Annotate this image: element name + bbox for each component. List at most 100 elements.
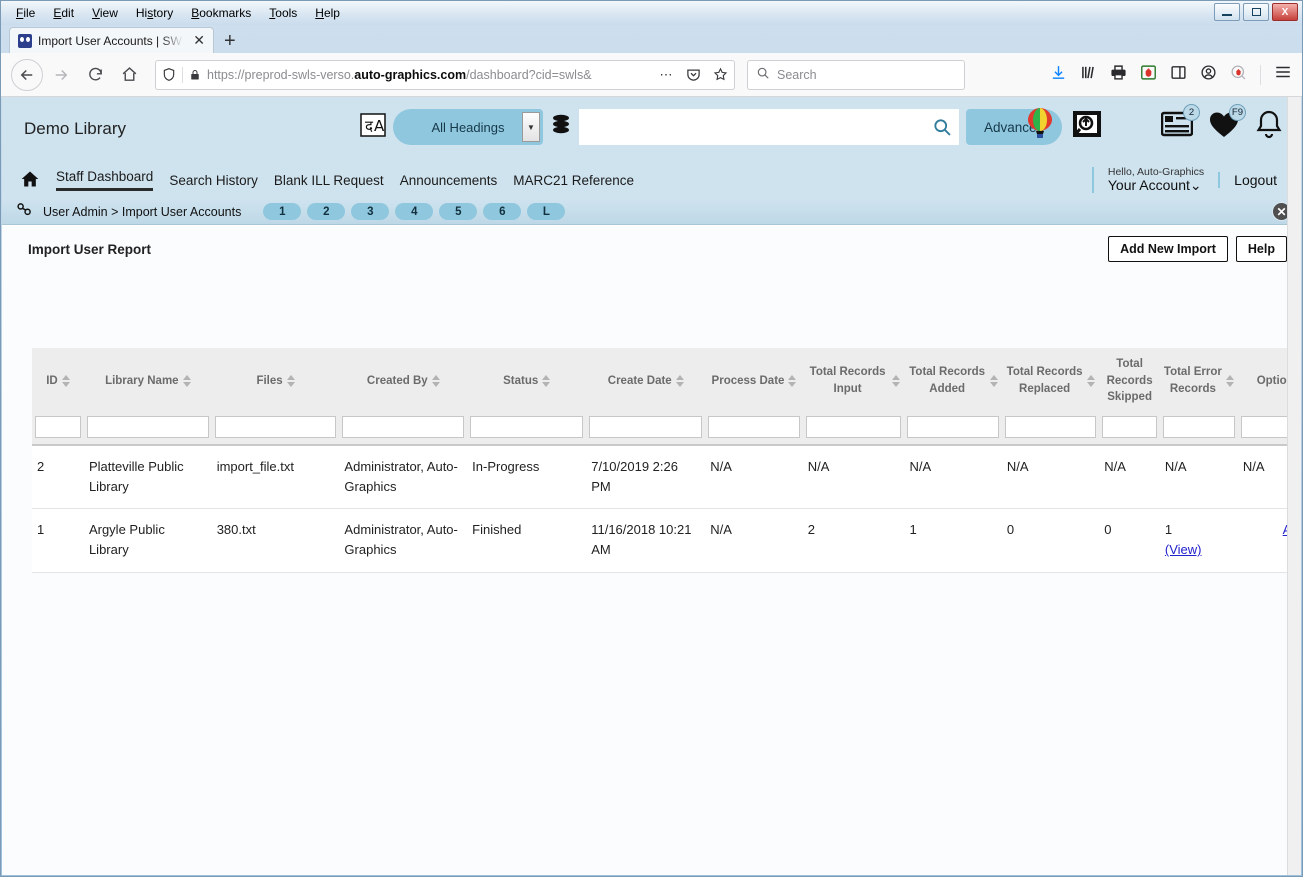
view-errors-link[interactable]: (View) [1165,542,1202,557]
pocket-icon[interactable] [1140,64,1157,86]
add-new-import-button[interactable]: Add New Import [1108,236,1228,262]
table-row[interactable]: 1 Argyle Public Library 380.txt Administ… [32,508,1301,573]
minimize-button[interactable] [1214,3,1240,21]
home-button-icon[interactable] [113,59,145,91]
menu-view[interactable]: View [83,3,127,24]
nav-item-blank-ill-request[interactable]: Blank ILL Request [274,173,384,188]
column-header-total-records-input[interactable]: Total Records Input [802,348,905,415]
sort-icon[interactable] [788,375,797,387]
browser-search-bar[interactable]: Search [747,59,965,90]
heart-icon[interactable]: F9 [1209,103,1246,143]
tracking-protection-shield-icon[interactable] [162,67,176,82]
filter-input-total-records-added[interactable] [907,416,999,439]
sort-icon[interactable] [675,375,684,387]
column-header-status[interactable]: Status [467,348,587,415]
search-scope-select[interactable]: All Headings ▼ [393,109,543,145]
lock-icon[interactable] [189,68,201,82]
sort-icon[interactable] [182,375,191,387]
logout-link[interactable]: Logout [1218,172,1287,188]
sort-icon[interactable] [431,375,440,387]
table-row[interactable]: 2 Platteville Public Library import_file… [32,444,1301,510]
step-pill-6[interactable]: 6 [483,203,522,220]
filter-input-library-name[interactable] [86,416,209,439]
sort-icon[interactable] [989,375,998,387]
hamburger-menu-icon[interactable] [1274,63,1292,86]
bookmark-star-icon[interactable] [713,67,728,82]
filter-input-create-date[interactable] [589,416,703,439]
tab-close-icon[interactable]: ✕ [189,32,209,49]
account-icon[interactable] [1200,64,1217,86]
sort-icon[interactable] [892,375,901,387]
step-pill-5[interactable]: 5 [439,203,478,220]
sidebar-icon[interactable] [1170,64,1187,86]
cell-library-name: Argyle Public Library [83,508,212,573]
browser-tab[interactable]: Import User Accounts | SWLS | ✕ [9,27,214,53]
balloon-icon[interactable] [1025,107,1055,146]
reload-button-icon[interactable] [79,59,111,91]
sort-icon[interactable] [1087,375,1096,387]
print-icon[interactable] [1110,64,1127,86]
list-icon[interactable]: 2 [1160,104,1200,142]
filter-input-created-by[interactable] [342,416,465,439]
filter-input-id[interactable] [35,416,81,439]
back-button-icon[interactable] [11,58,43,91]
menu-file[interactable]: FFileile [7,3,44,24]
column-header-total-error-records[interactable]: Total Error Records [1159,348,1238,415]
column-header-id[interactable]: ID [32,348,84,415]
menu-edit[interactable]: Edit [44,3,83,24]
filter-input-process-date[interactable] [708,416,800,439]
filter-input-total-records-skipped[interactable] [1102,416,1157,439]
step-pill-l[interactable]: L [527,203,566,220]
nav-item-staff-dashboard[interactable]: Staff Dashboard [56,169,154,191]
filter-input-status[interactable] [470,416,584,439]
filter-input-total-records-replaced[interactable] [1004,416,1097,439]
menu-help[interactable]: Help [306,3,349,24]
bell-icon[interactable] [1255,109,1283,144]
step-pill-1[interactable]: 1 [263,203,302,220]
filter-input-files[interactable] [214,416,337,439]
nav-item-announcements[interactable]: Announcements [400,173,498,188]
menu-bookmarks[interactable]: Bookmarks [182,3,260,24]
home-icon[interactable] [20,169,40,192]
help-button[interactable]: Help [1235,236,1287,262]
sort-icon[interactable] [542,375,551,387]
column-header-created-by[interactable]: Created By [339,348,468,415]
column-header-total-records-skipped[interactable]: Total Records Skipped [1099,348,1160,415]
menu-history[interactable]: History [127,3,182,24]
translate-icon[interactable]: दA [360,112,386,143]
step-pill-3[interactable]: 3 [351,203,390,220]
column-header-library-name[interactable]: Library Name [83,348,212,415]
menu-tools[interactable]: Tools [260,3,306,24]
sort-icon[interactable] [1225,375,1234,387]
sort-icon[interactable] [286,375,295,387]
container-search-icon[interactable] [1230,64,1247,86]
step-pill-2[interactable]: 2 [307,203,346,220]
database-icon[interactable] [550,113,572,142]
filter-input-total-error-records[interactable] [1162,416,1235,439]
chevron-down-icon[interactable]: ▼ [522,112,540,142]
column-header-total-records-replaced[interactable]: Total Records Replaced [1001,348,1100,415]
download-icon[interactable] [1050,64,1067,86]
search-input[interactable] [579,110,925,144]
search-image-icon[interactable] [1071,108,1103,145]
your-account-menu[interactable]: Hello, Auto-Graphics Your Account⌄ [1091,166,1218,194]
column-header-total-records-added[interactable]: Total Records Added [904,348,1002,415]
column-header-files[interactable]: Files [211,348,340,415]
pocket-save-icon[interactable] [686,67,701,82]
page-scrollbar[interactable] [1287,97,1301,875]
nav-item-search-history[interactable]: Search History [169,173,258,188]
sort-icon[interactable] [61,375,70,387]
close-window-button[interactable]: X [1272,3,1298,21]
page-actions-icon[interactable]: ⋯ [660,67,675,83]
column-header-process-date[interactable]: Process Date [705,348,803,415]
search-submit-icon[interactable] [925,109,959,145]
address-bar[interactable]: https://preprod-swls-verso.auto-graphics… [155,59,735,90]
step-pill-4[interactable]: 4 [395,203,434,220]
filter-input-total-records-input[interactable] [805,416,902,439]
new-tab-button[interactable]: + [214,31,246,53]
column-header-create-date[interactable]: Create Date [586,348,706,415]
maximize-button[interactable] [1243,3,1269,21]
search-input-wrap[interactable] [579,109,959,145]
nav-item-marc21-reference[interactable]: MARC21 Reference [513,173,634,188]
library-icon[interactable] [1080,64,1097,86]
